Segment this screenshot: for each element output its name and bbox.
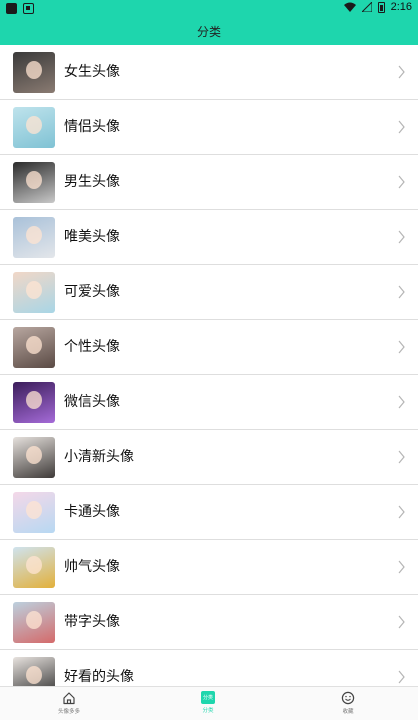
thumbnail-figure	[26, 171, 42, 189]
thumbnail-figure	[26, 611, 42, 629]
category-thumbnail	[13, 217, 55, 258]
app-notification-icon	[23, 3, 34, 14]
category-label: 带字头像	[64, 614, 120, 630]
category-row[interactable]: 小清新头像	[0, 430, 418, 485]
category-thumbnail	[13, 657, 55, 686]
thumbnail-figure	[26, 666, 42, 684]
thumbnail-figure	[26, 116, 42, 134]
signal-icon	[361, 2, 372, 12]
category-label: 小清新头像	[64, 449, 134, 465]
category-thumbnail	[13, 107, 55, 148]
category-row[interactable]: 女生头像	[0, 45, 418, 100]
chevron-right-icon	[398, 670, 405, 684]
category-thumbnail	[13, 327, 55, 368]
chevron-right-icon	[398, 395, 405, 409]
chevron-right-icon	[398, 175, 405, 189]
home-icon	[63, 692, 75, 705]
chevron-right-icon	[398, 505, 405, 519]
tab-favorites-label: 收藏	[342, 709, 354, 715]
category-label: 微信头像	[64, 394, 120, 410]
category-label: 情侣头像	[64, 119, 120, 135]
thumbnail-figure	[26, 556, 42, 574]
bottom-tab-bar: 头像多多 分类 分类 收藏	[0, 686, 418, 720]
category-label: 好看的头像	[64, 669, 134, 685]
tab-home[interactable]: 头像多多	[39, 687, 99, 720]
notification-icon	[6, 3, 17, 14]
category-label: 女生头像	[64, 64, 120, 80]
favorite-smile-icon	[341, 691, 355, 705]
thumbnail-figure	[26, 226, 42, 244]
category-label: 可爱头像	[64, 284, 120, 300]
chevron-right-icon	[398, 120, 405, 134]
status-bar: 2:16	[0, 0, 418, 18]
category-row[interactable]: 唯美头像	[0, 210, 418, 265]
thumbnail-figure	[26, 391, 42, 409]
category-row[interactable]: 情侣头像	[0, 100, 418, 155]
thumbnail-figure	[26, 446, 42, 464]
tab-category-label: 分类	[202, 708, 214, 714]
category-row[interactable]: 个性头像	[0, 320, 418, 375]
category-thumbnail	[13, 437, 55, 478]
category-thumbnail	[13, 547, 55, 588]
category-label: 个性头像	[64, 339, 120, 355]
status-time: 2:16	[390, 1, 412, 13]
category-list[interactable]: 女生头像情侣头像男生头像唯美头像可爱头像个性头像微信头像小清新头像卡通头像帅气头…	[0, 45, 418, 686]
header: 分类	[0, 18, 418, 45]
chevron-right-icon	[398, 230, 405, 244]
category-label: 唯美头像	[64, 229, 120, 245]
category-thumbnail	[13, 272, 55, 313]
category-thumbnail	[13, 162, 55, 203]
thumbnail-figure	[26, 61, 42, 79]
category-thumbnail	[13, 382, 55, 423]
category-thumbnail	[13, 52, 55, 93]
category-row[interactable]: 男生头像	[0, 155, 418, 210]
chevron-right-icon	[398, 340, 405, 354]
wifi-icon	[343, 2, 356, 12]
page-title: 分类	[196, 25, 221, 39]
thumbnail-figure	[26, 281, 42, 299]
category-row[interactable]: 微信头像	[0, 375, 418, 430]
category-label: 男生头像	[64, 174, 120, 190]
tab-category[interactable]: 分类 分类	[178, 687, 238, 720]
thumbnail-figure	[26, 501, 42, 519]
category-label: 卡通头像	[64, 504, 120, 520]
category-row[interactable]: 帅气头像	[0, 540, 418, 595]
chevron-right-icon	[398, 560, 405, 574]
category-icon-text: 分类	[202, 695, 213, 701]
battery-icon	[377, 1, 385, 13]
chevron-right-icon	[398, 65, 405, 79]
tab-favorites[interactable]: 收藏	[318, 687, 378, 720]
chevron-right-icon	[398, 285, 405, 299]
chevron-right-icon	[398, 615, 405, 629]
category-row[interactable]: 带字头像	[0, 595, 418, 650]
category-thumbnail	[13, 602, 55, 643]
category-thumbnail	[13, 492, 55, 533]
category-row[interactable]: 可爱头像	[0, 265, 418, 320]
category-row[interactable]: 好看的头像	[0, 650, 418, 686]
category-icon: 分类	[201, 691, 215, 704]
chevron-right-icon	[398, 450, 405, 464]
tab-home-label: 头像多多	[57, 709, 80, 715]
category-row[interactable]: 卡通头像	[0, 485, 418, 540]
category-label: 帅气头像	[64, 559, 120, 575]
thumbnail-figure	[26, 336, 42, 354]
